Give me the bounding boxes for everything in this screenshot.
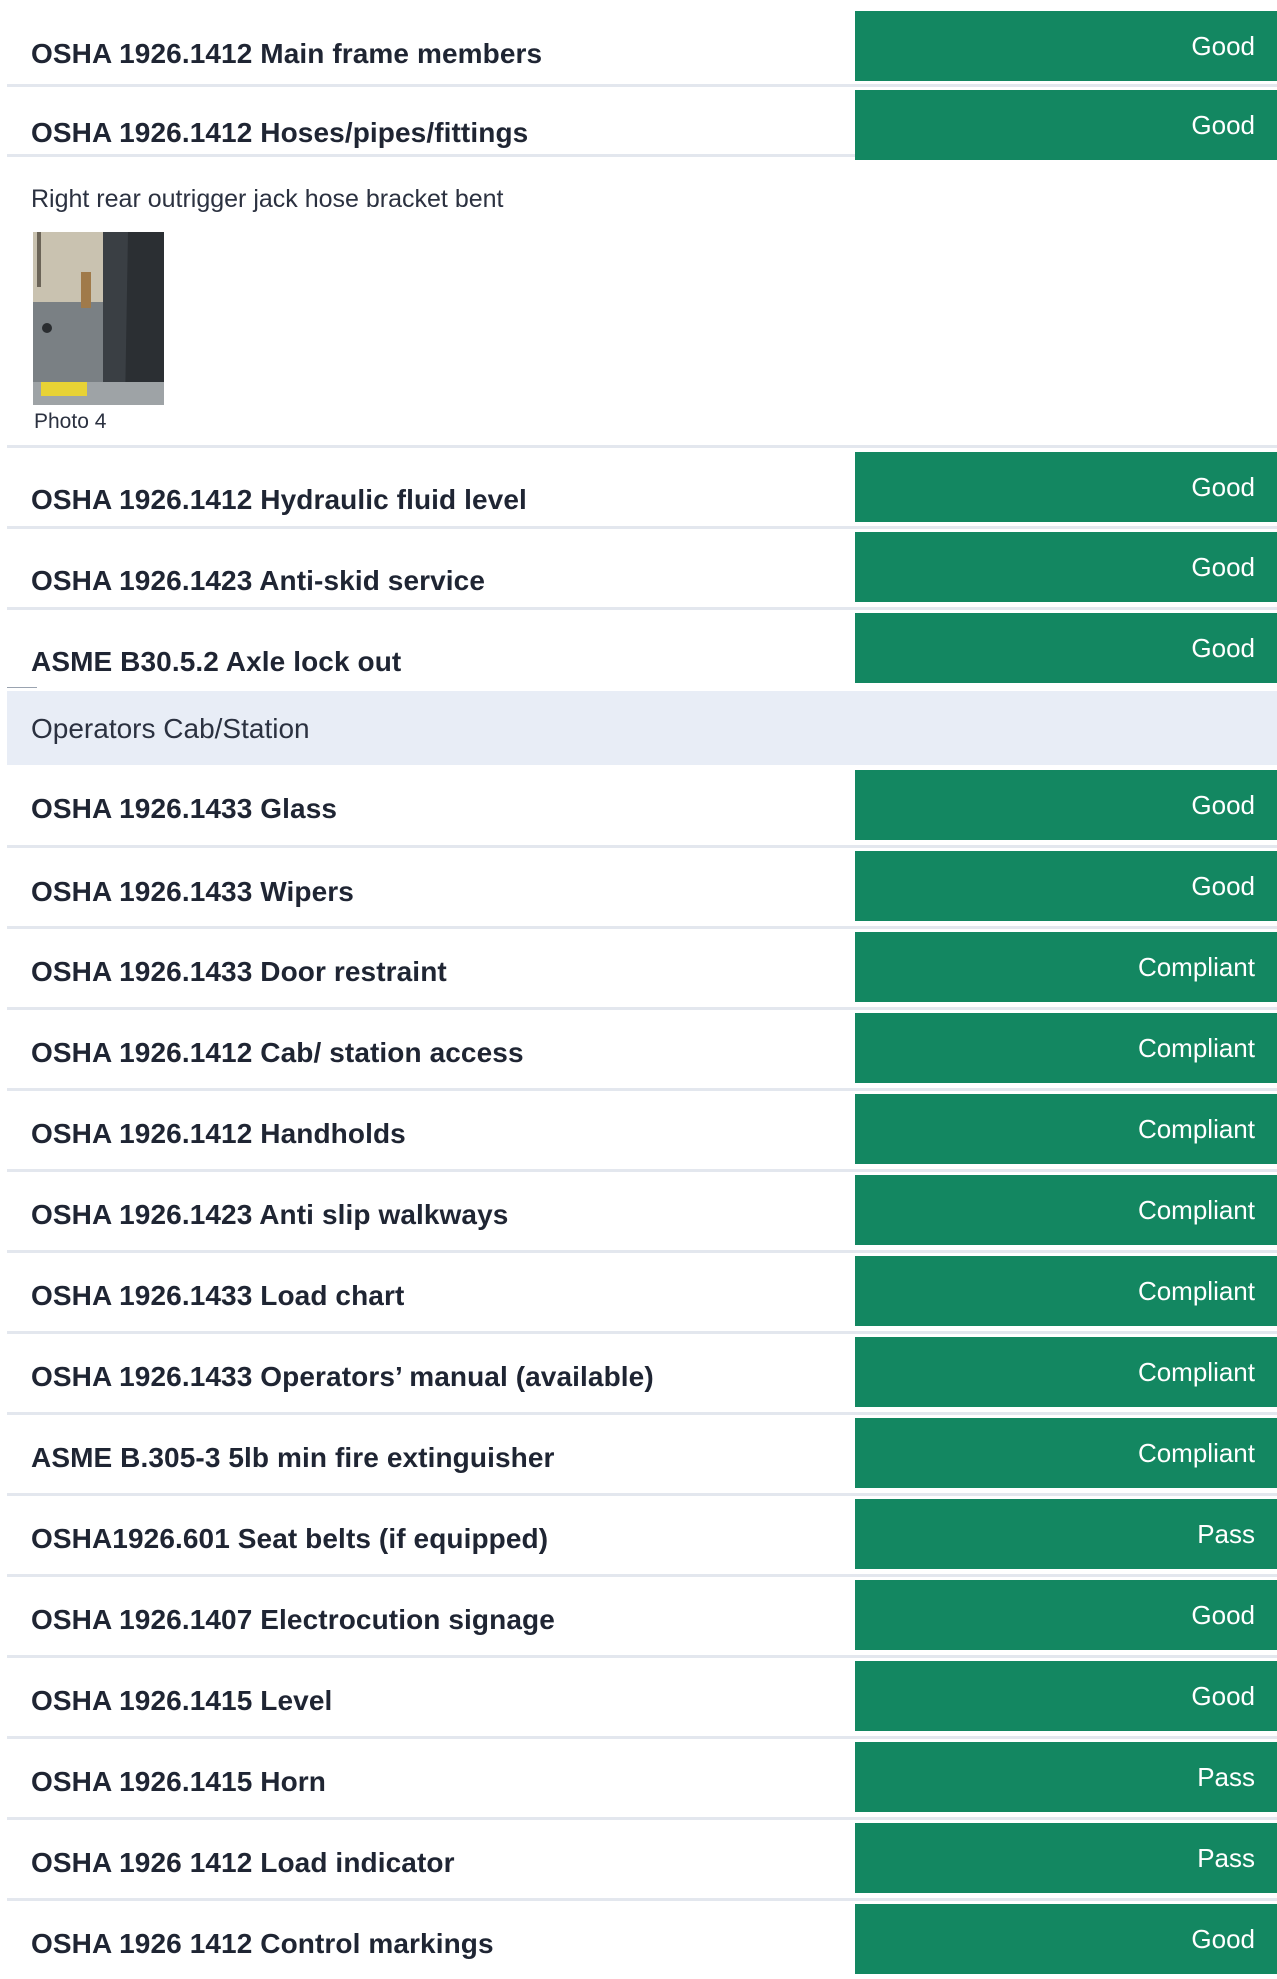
item-label: OSHA 1926.1415 Horn: [31, 1766, 326, 1797]
status-badge: Pass: [855, 1499, 1277, 1569]
item-label: OSHA 1926.1433 Door restraint: [31, 956, 447, 987]
inspection-row: OSHA 1926.1423 Anti-skid service Good: [7, 529, 1277, 610]
status-badge: Good: [855, 770, 1277, 840]
inspection-row: OSHA 1926.1433 Door restraint Compliant: [7, 929, 1277, 1010]
status-badge: Good: [855, 1661, 1277, 1731]
inspection-photo[interactable]: [33, 232, 164, 405]
divider: [7, 687, 37, 688]
item-label: ASME B30.5.2 Axle lock out: [31, 646, 402, 677]
item-label: OSHA 1926.1407 Electrocution signage: [31, 1604, 555, 1635]
item-label: OSHA 1926.1415 Level: [31, 1685, 333, 1716]
status-badge: Good: [855, 532, 1277, 602]
inspection-row: OSHA1926.601 Seat belts (if equipped) Pa…: [7, 1496, 1277, 1577]
inspection-row: OSHA 1926.1433 Load chart Compliant: [7, 1253, 1277, 1334]
status-badge: Compliant: [855, 1256, 1277, 1326]
item-label: OSHA 1926.1412 Cab/ station access: [31, 1037, 524, 1068]
inspection-row: OSHA 1926.1412 Handholds Compliant: [7, 1091, 1277, 1172]
item-label: OSHA 1926.1423 Anti-skid service: [31, 565, 486, 596]
inspection-row: OSHA 1926.1415 Level Good: [7, 1658, 1277, 1739]
status-badge: Good: [855, 11, 1277, 81]
inspection-report: OSHA 1926.1412 Main frame members Good O…: [7, 0, 1277, 1979]
note-text: Right rear outrigger jack hose bracket b…: [31, 185, 504, 213]
inspection-row: OSHA 1926.1423 Anti slip walkways Compli…: [7, 1172, 1277, 1253]
status-badge: Compliant: [855, 1094, 1277, 1164]
inspection-row: OSHA 1926.1407 Electrocution signage Goo…: [7, 1577, 1277, 1658]
item-label: OSHA1926.601 Seat belts (if equipped): [31, 1523, 549, 1554]
item-label: ASME B.305-3 5lb min fire extinguisher: [31, 1442, 555, 1473]
inspection-row: OSHA 1926.1433 Wipers Good: [7, 848, 1277, 929]
inspection-row: OSHA 1926.1433 Operators’ manual (availa…: [7, 1334, 1277, 1415]
section-title: Operators Cab/Station: [31, 713, 310, 744]
status-badge: Compliant: [855, 1337, 1277, 1407]
inspection-row: ASME B.305-3 5lb min fire extinguisher C…: [7, 1415, 1277, 1496]
note-block: Right rear outrigger jack hose bracket b…: [7, 154, 1277, 448]
status-badge: Compliant: [855, 1418, 1277, 1488]
item-label: OSHA 1926.1433 Wipers: [31, 876, 354, 907]
item-label: OSHA 1926.1433 Glass: [31, 793, 338, 824]
section-header: Operators Cab/Station: [7, 691, 1277, 765]
photo-image: [33, 232, 164, 405]
item-label: OSHA 1926.1412 Hoses/pipes/fittings: [31, 117, 529, 148]
inspection-row: OSHA 1926.1415 Horn Pass: [7, 1739, 1277, 1820]
item-label: OSHA 1926 1412 Load indicator: [31, 1847, 455, 1878]
status-badge: Compliant: [855, 1175, 1277, 1245]
status-badge: Compliant: [855, 1013, 1277, 1083]
status-badge: Pass: [855, 1823, 1277, 1893]
inspection-row: ASME B30.5.2 Axle lock out Good: [7, 610, 1277, 688]
status-badge: Good: [855, 851, 1277, 921]
item-label: OSHA 1926.1433 Operators’ manual (availa…: [31, 1361, 654, 1392]
item-label: OSHA 1926.1423 Anti slip walkways: [31, 1199, 509, 1230]
item-label: OSHA 1926.1412 Main frame members: [31, 38, 543, 69]
inspection-row: OSHA 1926.1412 Cab/ station access Compl…: [7, 1010, 1277, 1091]
inspection-row: OSHA 1926.1433 Glass Good: [7, 765, 1277, 848]
status-badge: Good: [855, 1904, 1277, 1974]
status-badge: Pass: [855, 1742, 1277, 1812]
status-badge: Compliant: [855, 932, 1277, 1002]
status-badge: Good: [855, 452, 1277, 522]
item-label: OSHA 1926.1433 Load chart: [31, 1280, 405, 1311]
inspection-row: OSHA 1926.1412 Hoses/pipes/fittings Good: [7, 87, 1277, 160]
status-badge: Good: [855, 613, 1277, 683]
item-label: OSHA 1926.1412 Handholds: [31, 1118, 406, 1149]
status-badge: Good: [855, 90, 1277, 160]
inspection-row: OSHA 1926.1412 Hydraulic fluid level Goo…: [7, 448, 1277, 529]
item-label: OSHA 1926 1412 Control markings: [31, 1928, 494, 1959]
photo-caption: Photo 4: [34, 410, 107, 433]
item-label: OSHA 1926.1412 Hydraulic fluid level: [31, 484, 527, 515]
inspection-row: OSHA 1926 1412 Control markings Good: [7, 1901, 1277, 1979]
inspection-row: OSHA 1926.1412 Main frame members Good: [7, 0, 1277, 87]
status-badge: Good: [855, 1580, 1277, 1650]
inspection-row: OSHA 1926 1412 Load indicator Pass: [7, 1820, 1277, 1901]
